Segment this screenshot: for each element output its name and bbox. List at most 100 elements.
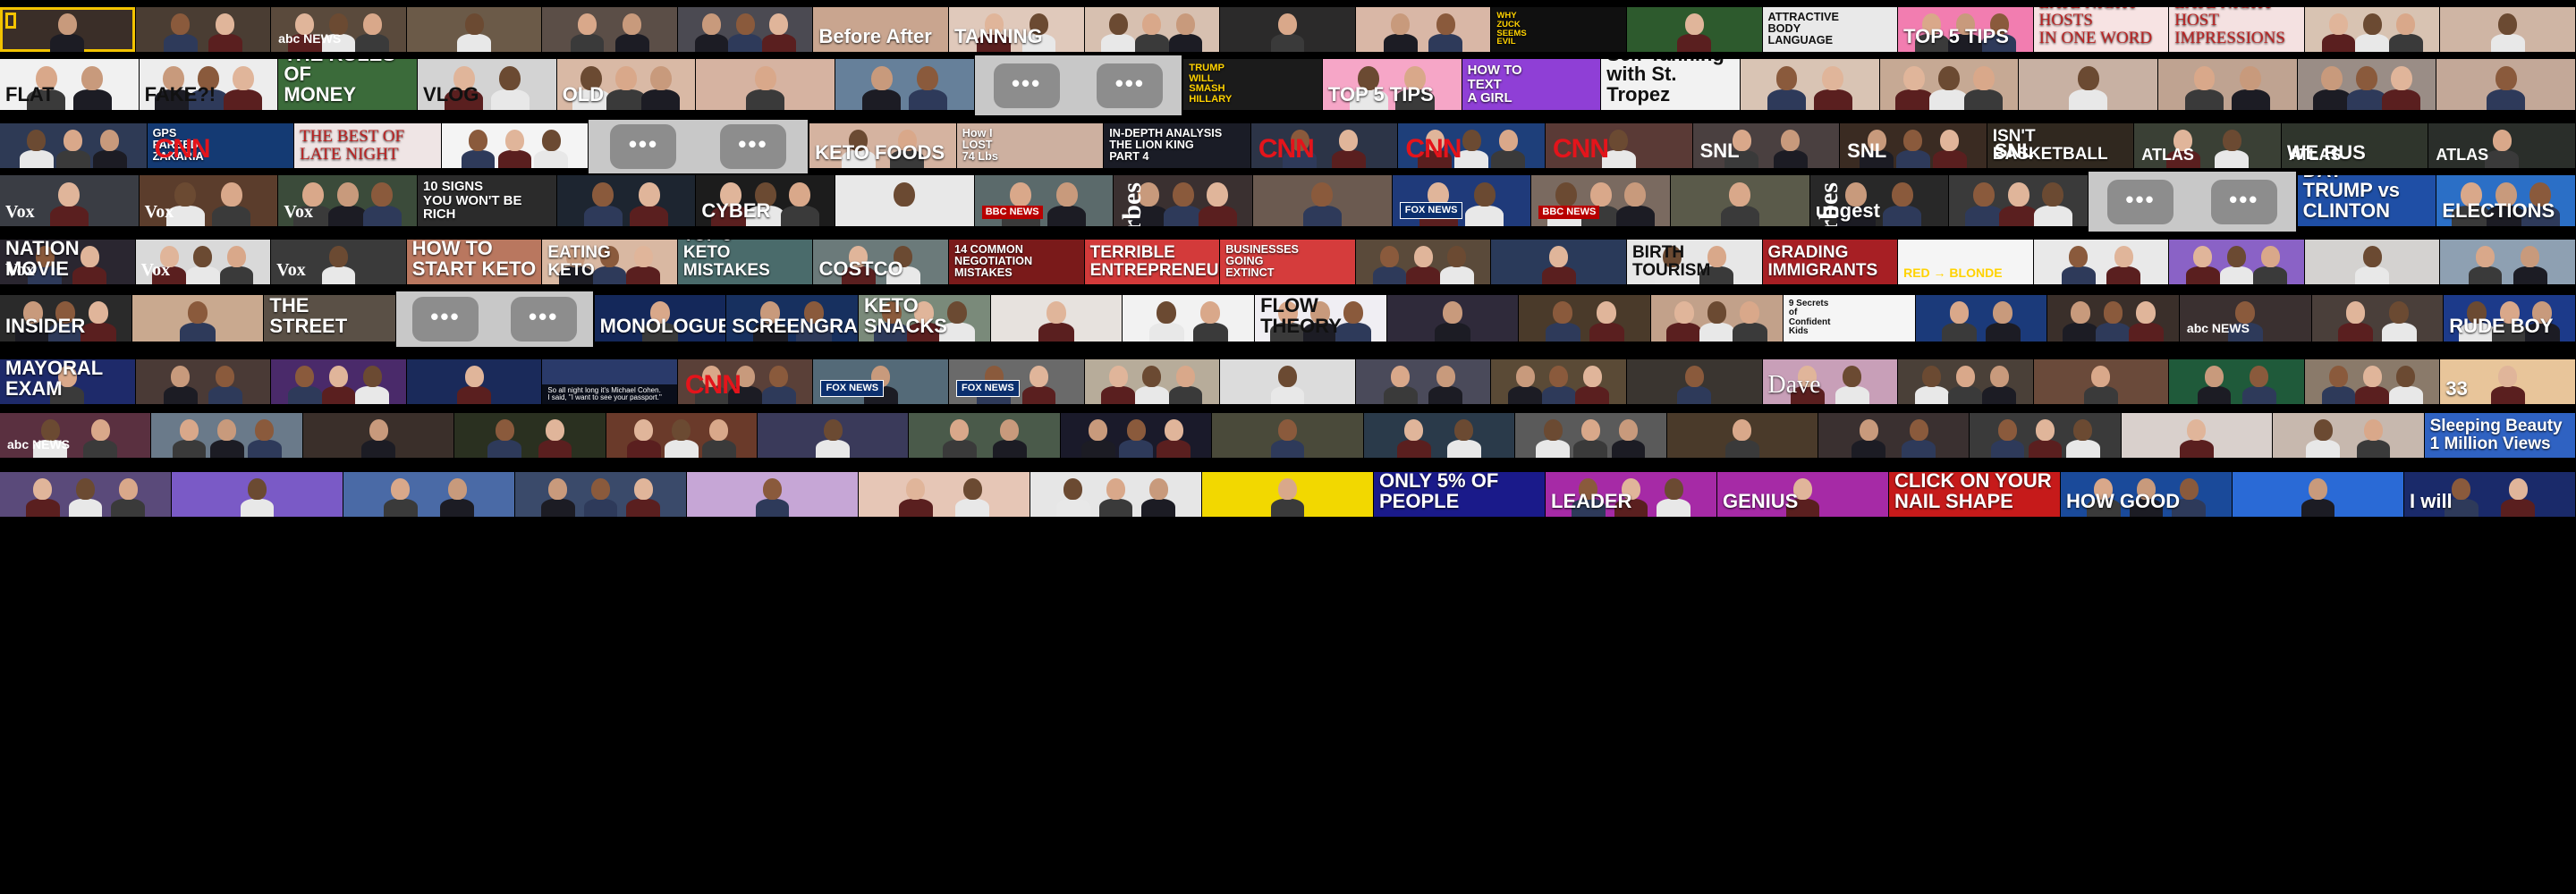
video-thumbnail[interactable]: INSIDER bbox=[0, 295, 131, 342]
video-thumbnail[interactable]: ATLAS bbox=[2428, 123, 2575, 168]
video-thumbnail[interactable]: GPS FAREED ZAKARIA CNN bbox=[147, 123, 294, 168]
video-thumbnail[interactable] bbox=[2121, 413, 2273, 458]
video-thumbnail[interactable]: GENIUS bbox=[1717, 472, 1888, 517]
video-thumbnail[interactable]: TOP 5 TIPS bbox=[1322, 59, 1462, 110]
video-thumbnail[interactable]: HOW TO START KETO bbox=[406, 240, 542, 284]
video-thumbnail[interactable]: ELECTION DAY TRUMP vs CLINTON bbox=[2297, 175, 2436, 226]
video-thumbnail[interactable] bbox=[2169, 240, 2304, 284]
more-options-icon[interactable]: ••• bbox=[993, 63, 1060, 108]
video-thumbnail[interactable] bbox=[1355, 7, 1491, 52]
video-thumbnail[interactable] bbox=[0, 123, 147, 168]
more-options-icon[interactable]: ••• bbox=[719, 124, 786, 169]
video-thumbnail[interactable]: Vox bbox=[135, 240, 271, 284]
video-thumbnail[interactable] bbox=[2169, 359, 2304, 404]
video-thumbnail[interactable]: ELECTIONS bbox=[2436, 175, 2575, 226]
video-thumbnail[interactable] bbox=[0, 7, 135, 52]
video-thumbnail[interactable] bbox=[135, 7, 271, 52]
video-thumbnail[interactable]: Dave bbox=[1762, 359, 1898, 404]
video-thumbnail[interactable] bbox=[2297, 59, 2436, 110]
thumbnail-placeholder[interactable]: ••• ••• bbox=[396, 291, 593, 347]
more-options-icon[interactable]: ••• bbox=[2107, 179, 2174, 224]
video-thumbnail[interactable]: TOP 5 TIPS bbox=[1898, 7, 2033, 52]
video-thumbnail[interactable] bbox=[606, 413, 758, 458]
video-thumbnail[interactable] bbox=[406, 7, 542, 52]
video-thumbnail[interactable]: BBC NEWS bbox=[1531, 175, 1671, 226]
video-thumbnail[interactable] bbox=[859, 472, 1030, 517]
video-thumbnail[interactable]: NATION MOVIE Vox bbox=[0, 240, 135, 284]
video-thumbnail[interactable]: CNN bbox=[1398, 123, 1545, 168]
video-thumbnail[interactable]: COSTCO bbox=[813, 240, 949, 284]
video-thumbnail[interactable]: So all night long it's Michael Cohen. I … bbox=[542, 359, 677, 404]
video-thumbnail[interactable]: Forbes bbox=[1114, 175, 1253, 226]
video-thumbnail[interactable] bbox=[131, 295, 264, 342]
video-thumbnail[interactable] bbox=[2436, 59, 2575, 110]
video-thumbnail[interactable]: SNL bbox=[1692, 123, 1840, 168]
more-options-icon[interactable]: ••• bbox=[1097, 63, 1164, 108]
video-thumbnail[interactable]: IN-DEPTH ANALYSIS THE LION KING PART 4 bbox=[1104, 123, 1250, 168]
video-thumbnail[interactable]: CNN bbox=[1250, 123, 1398, 168]
video-thumbnail[interactable]: abc NEWS bbox=[0, 413, 151, 458]
video-thumbnail[interactable] bbox=[1626, 7, 1762, 52]
video-thumbnail[interactable] bbox=[302, 413, 454, 458]
video-thumbnail[interactable] bbox=[2047, 295, 2179, 342]
video-thumbnail[interactable]: LATE NIGHT HOSTS IN ONE WORD bbox=[2033, 7, 2169, 52]
video-thumbnail[interactable] bbox=[406, 359, 542, 404]
video-thumbnail[interactable] bbox=[1355, 359, 1491, 404]
video-thumbnail[interactable] bbox=[1491, 240, 1626, 284]
video-thumbnail[interactable] bbox=[1355, 240, 1491, 284]
video-thumbnail[interactable]: RED → BLONDE bbox=[1898, 240, 2033, 284]
thumbnail-placeholder[interactable]: ••• ••• bbox=[2089, 172, 2296, 232]
video-thumbnail[interactable] bbox=[2273, 413, 2424, 458]
video-thumbnail[interactable] bbox=[1212, 413, 1363, 458]
video-thumbnail[interactable]: ONLY 5% OF PEOPLE bbox=[1374, 472, 1545, 517]
video-thumbnail[interactable]: ATTRACTIVE BODY LANGUAGE bbox=[1762, 7, 1898, 52]
video-thumbnail[interactable] bbox=[990, 295, 1123, 342]
video-thumbnail[interactable] bbox=[2157, 59, 2297, 110]
video-thumbnail[interactable] bbox=[1915, 295, 2047, 342]
video-thumbnail[interactable] bbox=[2033, 240, 2169, 284]
video-thumbnail[interactable] bbox=[1084, 359, 1220, 404]
video-thumbnail[interactable]: 14 COMMON NEGOTIATION MISTAKES bbox=[949, 240, 1084, 284]
video-thumbnail[interactable] bbox=[909, 413, 1060, 458]
video-thumbnail[interactable]: MONOLOGUE bbox=[594, 295, 726, 342]
video-thumbnail[interactable]: TERRIBLE ENTREPRENEURS bbox=[1084, 240, 1220, 284]
video-thumbnail[interactable]: Vox bbox=[278, 175, 418, 226]
video-thumbnail[interactable] bbox=[835, 59, 974, 110]
video-thumbnail[interactable]: KETO FOODS bbox=[809, 123, 956, 168]
video-thumbnail[interactable] bbox=[835, 175, 974, 226]
video-thumbnail[interactable]: Vox bbox=[271, 240, 406, 284]
video-thumbnail[interactable]: TANNING bbox=[949, 7, 1084, 52]
video-thumbnail[interactable]: ATLAS bbox=[2134, 123, 2281, 168]
video-thumbnail[interactable]: LATE NIGHT HOST IMPRESSIONS bbox=[2169, 7, 2304, 52]
more-options-icon[interactable]: ••• bbox=[610, 124, 677, 169]
video-thumbnail[interactable] bbox=[687, 472, 858, 517]
video-thumbnail[interactable] bbox=[1123, 295, 1255, 342]
more-options-icon[interactable]: ••• bbox=[510, 297, 577, 342]
video-thumbnail[interactable] bbox=[1949, 175, 2089, 226]
video-thumbnail[interactable] bbox=[1202, 472, 1373, 517]
video-thumbnail[interactable]: ISN'T BASKETBALL SNL bbox=[1987, 123, 2134, 168]
video-thumbnail[interactable]: VLOG bbox=[418, 59, 556, 110]
video-thumbnail[interactable] bbox=[2440, 7, 2575, 52]
video-thumbnail[interactable] bbox=[343, 472, 514, 517]
video-thumbnail[interactable]: Self-Tanning with St. Tropez bbox=[1601, 59, 1740, 110]
video-thumbnail[interactable]: FLAT bbox=[0, 59, 139, 110]
video-thumbnail[interactable]: BILLY ON THE STREET bbox=[264, 295, 396, 342]
video-thumbnail[interactable]: GRADING IMMIGRANTS bbox=[1762, 240, 1898, 284]
video-thumbnail[interactable]: 9 Secrets of Confident Kids bbox=[1783, 295, 1915, 342]
video-thumbnail[interactable] bbox=[1626, 359, 1762, 404]
video-thumbnail[interactable] bbox=[2440, 240, 2575, 284]
video-thumbnail[interactable]: abc NEWS bbox=[271, 7, 406, 52]
video-thumbnail[interactable]: WHY ZUCK SEEMS EVIL bbox=[1491, 7, 1626, 52]
video-thumbnail[interactable] bbox=[2233, 472, 2403, 517]
video-thumbnail[interactable] bbox=[1970, 413, 2121, 458]
video-thumbnail[interactable] bbox=[2304, 240, 2440, 284]
video-thumbnail[interactable]: abc NEWS bbox=[2179, 295, 2311, 342]
video-thumbnail[interactable]: KETO SNACKS bbox=[859, 295, 990, 342]
video-thumbnail[interactable] bbox=[2019, 59, 2157, 110]
video-thumbnail[interactable]: Before After bbox=[813, 7, 949, 52]
video-thumbnail[interactable] bbox=[1220, 7, 1355, 52]
video-thumbnail[interactable]: BBC NEWS bbox=[974, 175, 1114, 226]
video-thumbnail[interactable] bbox=[542, 7, 677, 52]
video-thumbnail[interactable] bbox=[1898, 359, 2033, 404]
